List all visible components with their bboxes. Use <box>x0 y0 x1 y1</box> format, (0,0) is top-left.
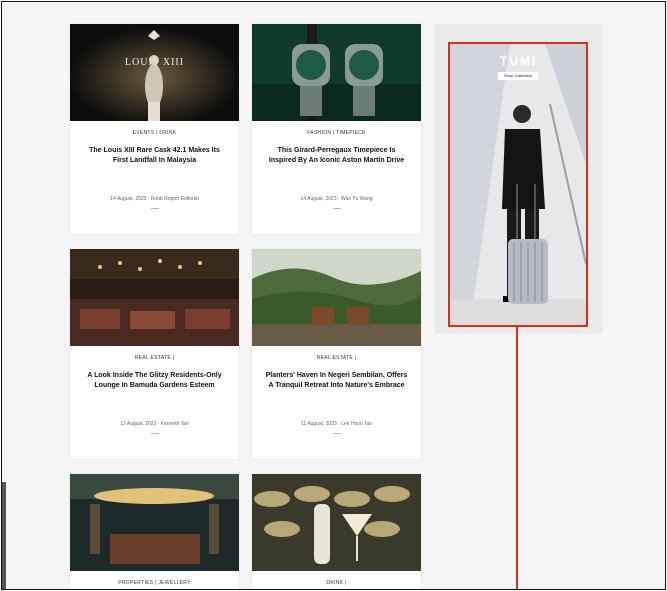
divider <box>150 433 159 434</box>
retreat-image <box>252 249 421 346</box>
article-category[interactable]: REAL ESTATE | <box>252 355 421 361</box>
page-frame: LOUIS XIII EVENTS | DRINK The Louis XIII… <box>1 1 666 590</box>
article-title[interactable]: A Look Inside The Glitzy Residents-Only … <box>82 371 227 393</box>
divider <box>150 208 159 209</box>
article-title[interactable]: This Girard-Perregaux Timepiece Is Inspi… <box>264 146 409 168</box>
ad-image <box>450 44 586 325</box>
article-meta: 11 August, 2023 · Lee Hsun Tan <box>301 421 372 427</box>
ad-brand-logo: TUMI <box>500 54 538 68</box>
lounge-image <box>70 249 239 346</box>
article-card[interactable]: REAL ESTATE | A Look Inside The Glitzy R… <box>70 249 239 459</box>
article-category[interactable]: EVENTS | DRINK <box>70 130 239 136</box>
article-category[interactable]: REAL ESTATE | <box>70 355 239 361</box>
image-caption: LOUIS XIII <box>124 57 185 68</box>
article-category[interactable]: FASHION | TIMEPIECE <box>252 130 421 136</box>
article-thumbnail[interactable] <box>70 474 239 571</box>
article-thumbnail[interactable]: LOUIS XIII <box>70 24 239 121</box>
article-title[interactable]: Planters' Haven In Negeri Sembilan, Offe… <box>264 371 409 393</box>
article-card[interactable]: PROPERTIES | JEWELLERY <box>70 474 239 589</box>
article-card[interactable]: LOUIS XIII EVENTS | DRINK The Louis XIII… <box>70 24 239 234</box>
champagne-image <box>252 474 421 571</box>
article-meta: 14 August, 2023 · Wan Yu Wang <box>300 196 373 202</box>
article-card[interactable]: REAL ESTATE | Planters' Haven In Negeri … <box>252 249 421 459</box>
watches-image <box>252 24 421 121</box>
louis-xiii-event-image <box>70 24 239 121</box>
article-meta: 12 August, 2023 · Kenneth Tan <box>120 421 189 427</box>
article-title[interactable]: The Louis XIII Rare Cask 42.1 Makes Its … <box>82 146 227 168</box>
article-category[interactable]: PROPERTIES | JEWELLERY <box>70 580 239 586</box>
left-edge-strip <box>2 482 6 589</box>
article-thumbnail[interactable] <box>70 249 239 346</box>
ad-highlight-line <box>516 327 518 589</box>
shop-collection-button[interactable]: Shop Collection <box>498 72 538 80</box>
interior-image <box>70 474 239 571</box>
article-card[interactable]: FASHION | TIMEPIECE This Girard-Perregau… <box>252 24 421 234</box>
divider <box>332 208 341 209</box>
article-category[interactable]: DRINK | <box>252 580 421 586</box>
article-thumbnail[interactable] <box>252 249 421 346</box>
article-card[interactable]: DRINK | <box>252 474 421 589</box>
article-meta: 14 August, 2023 · Robb Report Editorial <box>110 196 199 202</box>
article-thumbnail[interactable] <box>252 474 421 571</box>
divider <box>332 433 341 434</box>
tumi-ad-banner[interactable]: TUMI Shop Collection <box>448 42 588 327</box>
article-thumbnail[interactable] <box>252 24 421 121</box>
